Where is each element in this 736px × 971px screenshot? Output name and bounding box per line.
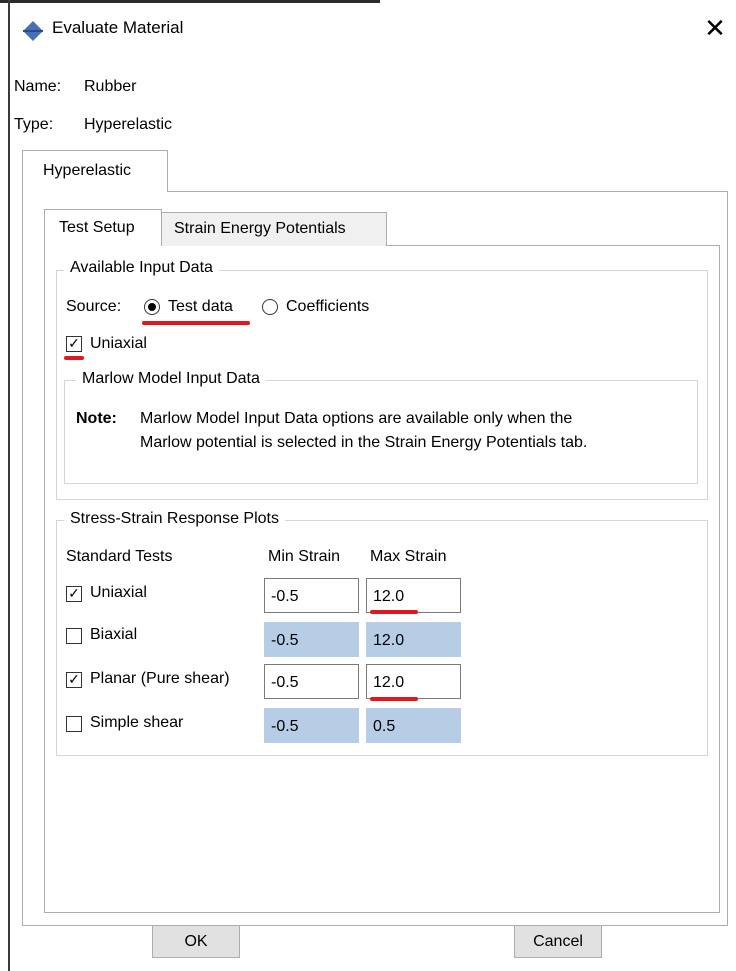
note-text-line2: Marlow potential is selected in the Stra… [140,434,588,451]
simple-shear-max-strain-input: 0.5 [366,708,461,743]
uniaxial-test-checkbox[interactable]: ✓ [66,586,82,602]
tab-hyperelastic[interactable]: Hyperelastic [22,150,168,192]
radio-test-data-label[interactable]: Test data [168,298,233,316]
radio-coefficients[interactable] [262,299,278,315]
planar-test-label[interactable]: Planar (Pure shear) [90,670,230,688]
tab-strain-energy-potentials[interactable]: Strain Energy Potentials [161,212,387,246]
marlow-title: Marlow Model Input Data [76,370,266,388]
note-text-line1: Marlow Model Input Data options are avai… [140,410,573,427]
ok-button[interactable]: OK [152,925,240,958]
marlow-group [64,380,698,484]
type-value: Hyperelastic [84,116,173,133]
note-label: Note: [76,410,117,427]
cancel-button[interactable]: Cancel [514,925,602,958]
tab-hyperelastic-label: Hyperelastic [43,162,132,179]
close-button[interactable]: ✕ [700,14,730,44]
biaxial-test-checkbox[interactable] [66,628,82,644]
tab-test-setup-label: Test Setup [59,219,135,236]
window-title: Evaluate Material [52,18,184,37]
tab-strain-energy-potentials-label: Strain Energy Potentials [174,220,346,237]
biaxial-max-strain-input: 12.0 [366,622,461,657]
name-label: Name: [14,78,62,95]
biaxial-min-strain-input: -0.5 [264,622,359,657]
simple-shear-min-strain-input: -0.5 [264,708,359,743]
tab-test-setup[interactable]: Test Setup [44,209,162,246]
stress-strain-title: Stress-Strain Response Plots [64,510,285,528]
uniaxial-min-strain-input[interactable]: -0.5 [264,578,359,613]
radio-coefficients-label[interactable]: Coefficients [286,298,369,316]
planar-min-strain-input[interactable]: -0.5 [264,664,359,699]
window-edge-top [0,0,380,3]
min-strain-header: Min Strain [268,548,341,565]
radio-test-data[interactable] [144,299,160,315]
simple-shear-test-checkbox[interactable] [66,716,82,732]
uniaxial-data-label[interactable]: Uniaxial [90,335,147,353]
planar-max-strain-input[interactable]: 12.0 [366,664,461,699]
annotation-underline [64,356,84,360]
annotation-underline [142,321,250,325]
name-value: Rubber [84,78,137,95]
available-input-title: Available Input Data [64,259,219,277]
simple-shear-test-label[interactable]: Simple shear [90,714,183,732]
uniaxial-data-checkbox[interactable]: ✓ [66,336,82,352]
max-strain-header: Max Strain [370,548,447,565]
uniaxial-test-label[interactable]: Uniaxial [90,584,147,602]
planar-test-checkbox[interactable]: ✓ [66,672,82,688]
uniaxial-max-strain-input[interactable]: 12.0 [366,578,461,613]
annotation-underline [370,610,418,614]
source-label: Source: [66,298,122,315]
window-edge-left [8,0,10,971]
standard-tests-header: Standard Tests [66,548,173,565]
biaxial-test-label[interactable]: Biaxial [90,626,137,644]
annotation-underline [370,697,418,701]
type-label: Type: [14,116,54,133]
material-diamond-icon [23,21,43,41]
